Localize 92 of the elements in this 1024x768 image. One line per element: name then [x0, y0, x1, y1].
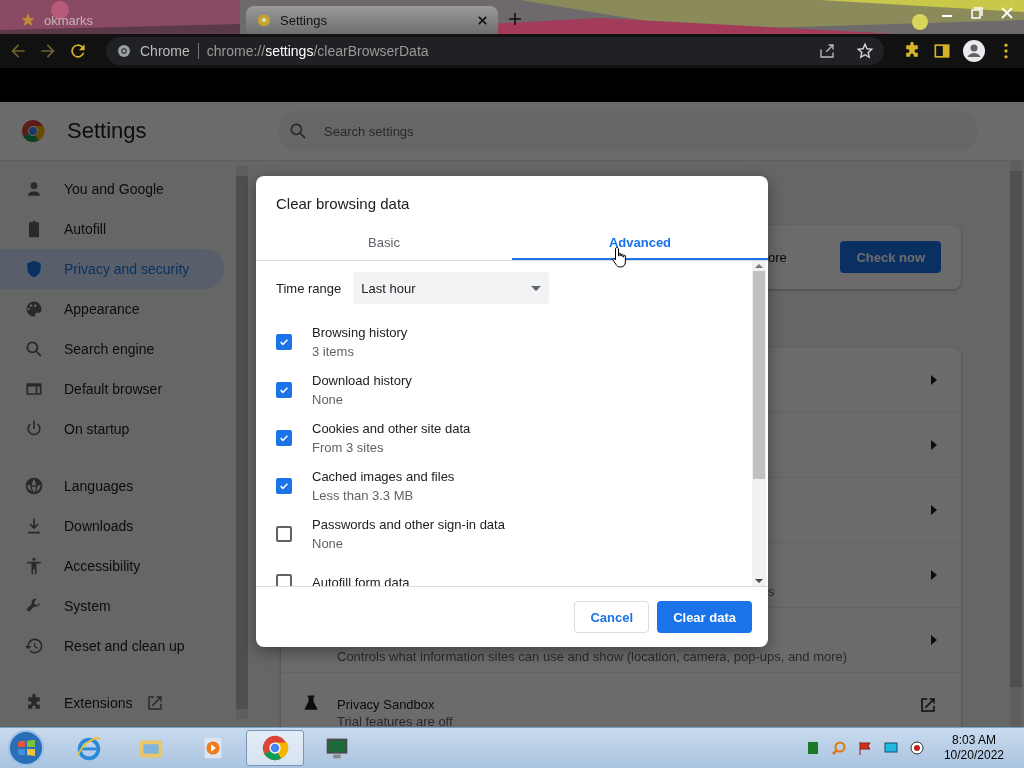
- time-range-label: Time range: [276, 280, 342, 296]
- chrome-icon: [260, 733, 290, 763]
- magnifier-icon[interactable]: [830, 740, 847, 756]
- cancel-button[interactable]: Cancel: [574, 601, 650, 633]
- scroll-up-icon[interactable]: [755, 264, 763, 268]
- external-link-icon[interactable]: [919, 696, 937, 714]
- globe-icon: [24, 476, 44, 496]
- time-range-dropdown[interactable]: Last hour: [353, 272, 550, 304]
- checkbox[interactable]: [276, 526, 292, 542]
- scrollbar[interactable]: [752, 261, 766, 586]
- checkbox[interactable]: [276, 382, 292, 398]
- close-icon[interactable]: [477, 14, 488, 26]
- start-button[interactable]: [6, 728, 46, 768]
- row-subtitle: s: [768, 584, 776, 599]
- checkbox[interactable]: [276, 478, 292, 494]
- search-icon: [288, 121, 308, 141]
- reload-icon[interactable]: [68, 41, 88, 61]
- palette-icon: [24, 299, 44, 319]
- arrow-right-icon[interactable]: [931, 375, 937, 385]
- sidebar-item[interactable]: System: [0, 586, 224, 626]
- sidebar-item[interactable]: Default browser: [0, 369, 224, 409]
- shield-icon: [24, 259, 44, 279]
- row-title: Privacy Sandbox: [337, 697, 436, 712]
- history-icon: [24, 636, 44, 656]
- sidebar-item[interactable]: Accessibility: [0, 546, 224, 586]
- scroll-down-icon[interactable]: [755, 579, 763, 583]
- sidebar-item[interactable]: Languages: [0, 466, 224, 506]
- flask-icon: [301, 693, 321, 713]
- dialog-title: Clear browsing data: [275, 194, 411, 212]
- checkbox[interactable]: [276, 334, 292, 350]
- sidebar-item[interactable]: Downloads: [0, 506, 224, 546]
- sidebar-item[interactable]: Search engine: [0, 329, 224, 369]
- row-subtitle: Trial features are off: [337, 714, 454, 727]
- dialog-tab[interactable]: Basic: [256, 226, 512, 260]
- external-link-icon: [146, 694, 165, 712]
- option-subtitle: 3 items: [312, 344, 355, 359]
- side-panel-icon[interactable]: [932, 41, 952, 61]
- browser-tab[interactable]: Settings: [246, 6, 498, 34]
- arrow-right-icon[interactable]: [931, 440, 937, 450]
- url-text: chrome://settings/clearBrowserData: [206, 43, 429, 59]
- option-subtitle: None: [312, 392, 345, 407]
- arrow-right-icon[interactable]: [931, 570, 937, 580]
- search-input[interactable]: Search settings: [322, 122, 968, 140]
- clock-date: 10/20/2022: [943, 748, 1004, 763]
- option-subtitle: None: [312, 536, 345, 551]
- sidebar-item[interactable]: You and Google: [0, 169, 224, 209]
- sidebar-item[interactable]: Reset and clean up: [0, 626, 224, 666]
- flag-icon[interactable]: [856, 740, 873, 756]
- option-title: Cookies and other site data: [312, 421, 471, 436]
- checkbox[interactable]: [276, 574, 292, 586]
- arrow-right-icon[interactable]: [931, 635, 937, 645]
- option-title: Cached images and files: [312, 469, 455, 484]
- option-title: Browsing history: [312, 325, 408, 340]
- arrow-right-icon[interactable]: [931, 505, 937, 515]
- speaker-icon[interactable]: [908, 740, 925, 756]
- chrome-logo-icon: [21, 119, 45, 143]
- caret-icon: [531, 285, 542, 291]
- restore-icon[interactable]: [970, 6, 984, 20]
- sidebar-item[interactable]: On startup: [0, 409, 224, 449]
- clear-data-button[interactable]: Clear data: [657, 601, 752, 633]
- address-bar[interactable]: Chrome chrome://settings/clearBrowserData: [106, 37, 884, 65]
- sidebar-item[interactable]: Appearance: [0, 289, 224, 329]
- card-text: ore: [768, 249, 787, 265]
- site-label: Chrome: [140, 43, 190, 59]
- check-now-button[interactable]: Check now: [840, 241, 941, 273]
- option-title: Download history: [312, 373, 412, 388]
- search-icon: [24, 339, 44, 359]
- star-icon: [20, 12, 36, 28]
- monitor-icon[interactable]: [882, 740, 899, 756]
- hand-cursor-icon: [612, 246, 628, 268]
- new-tab-icon[interactable]: [508, 12, 522, 26]
- option-subtitle: Less than 3.3 MB: [312, 488, 415, 503]
- chrome-logo-icon: [116, 43, 132, 59]
- row-subtitle: Controls what information sites can use and show (location, camera, pop-ups, and more): [337, 649, 849, 664]
- search-field[interactable]: Search settings: [278, 111, 978, 151]
- share-icon[interactable]: [818, 42, 836, 60]
- gear-icon: [256, 12, 272, 28]
- page-title: Settings: [67, 118, 148, 144]
- checkbox[interactable]: [276, 430, 292, 446]
- option-title: Passwords and other sign-in data: [312, 517, 505, 532]
- avatar-icon[interactable]: [962, 39, 986, 63]
- sidebar-item[interactable]: Extensions: [0, 683, 224, 723]
- scrollbar[interactable]: [1010, 161, 1022, 727]
- sidebar-item[interactable]: Privacy and security: [0, 249, 224, 289]
- option-title: Autofill form data: [312, 574, 410, 586]
- clock-time: 8:03 AM: [951, 733, 996, 748]
- accessibility-icon: [24, 556, 44, 576]
- taskbar-app[interactable]: [246, 730, 304, 766]
- sidebar-item[interactable]: Autofill: [0, 209, 224, 249]
- star-icon[interactable]: [856, 42, 874, 60]
- option-subtitle: From 3 sites: [312, 440, 385, 455]
- scrollbar[interactable]: [236, 166, 248, 719]
